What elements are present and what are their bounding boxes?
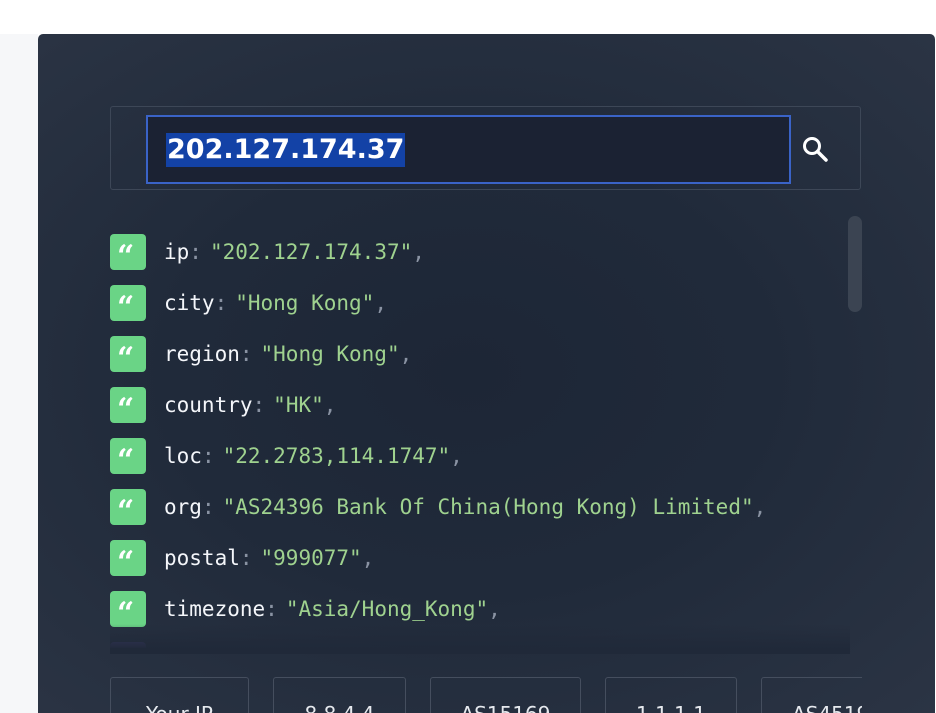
json-comma: , <box>374 290 387 315</box>
json-comma: , <box>399 341 413 366</box>
ip-search-input[interactable]: 202.127.174.37 <box>146 115 791 184</box>
quote-icon: “ <box>110 437 146 474</box>
json-key: loc <box>164 443 202 468</box>
quote-icon: “ <box>110 335 146 372</box>
quick-button-1-1-1-1[interactable]: 1.1.1.1 <box>605 677 737 713</box>
json-value: "202.127.174.37" <box>209 239 413 264</box>
svg-text:“: “ <box>117 344 134 364</box>
json-colon: : <box>265 596 278 621</box>
svg-text:“: “ <box>117 293 134 313</box>
json-row-city: “ city: "Hong Kong", <box>110 277 840 328</box>
json-key: ip <box>164 239 190 264</box>
json-colon: : <box>252 392 266 417</box>
json-key: region <box>164 341 240 366</box>
json-row-region: “ region: "Hong Kong", <box>110 328 840 379</box>
json-colon: : <box>239 341 253 366</box>
json-key: timezone <box>164 596 266 621</box>
list-fade-overlay <box>110 624 850 654</box>
json-key: country <box>164 392 253 417</box>
json-comma: , <box>450 443 463 468</box>
quote-icon: “ <box>110 386 146 423</box>
json-value: "22.2783,114.1747" <box>222 443 451 468</box>
page-background <box>0 34 38 713</box>
svg-text:“: “ <box>117 395 134 415</box>
json-colon: : <box>189 239 202 264</box>
json-key: city <box>164 290 215 315</box>
quick-button-your-ip[interactable]: Your IP <box>110 677 249 713</box>
quick-button-as15169[interactable]: AS15169 <box>430 677 581 713</box>
json-value: "Hong Kong" <box>260 341 400 366</box>
json-result-list: “ ip: "202.127.174.37", “ city: "Hong Kong… <box>110 226 840 648</box>
svg-text:“: “ <box>117 599 134 619</box>
json-value: "AS24396 Bank Of China(Hong Kong) Limite… <box>222 494 754 519</box>
search-bar: 202.127.174.37 <box>110 106 861 190</box>
json-value: "Asia/Hong_Kong" <box>285 596 489 621</box>
json-key: postal <box>164 545 240 570</box>
quick-button-as4519[interactable]: AS4519 <box>761 677 862 713</box>
quick-button-8-8-4-4[interactable]: 8.8.4.4 <box>273 677 406 713</box>
svg-text:“: “ <box>117 548 134 568</box>
svg-text:“: “ <box>117 497 134 517</box>
json-key: org <box>164 494 202 519</box>
result-scrollbar-thumb[interactable] <box>848 216 862 312</box>
quote-icon: “ <box>110 284 146 321</box>
json-row-org: “ org: "AS24396 Bank Of China(Hong Kong) … <box>110 481 840 532</box>
json-row-postal: “ postal: "999077", <box>110 532 840 583</box>
json-comma: , <box>412 239 425 264</box>
svg-text:“: “ <box>117 446 134 466</box>
ip-lookup-panel: 202.127.174.37 “ ip: "202.127.174.37", “ … <box>38 34 935 713</box>
json-row-ip: “ ip: "202.127.174.37", <box>110 226 840 277</box>
quote-icon: “ <box>110 539 146 576</box>
json-comma: , <box>361 545 375 570</box>
quick-lookup-buttons: Your IP 8.8.4.4 AS15169 1.1.1.1 AS4519 <box>110 677 862 713</box>
json-comma: , <box>753 494 767 519</box>
json-colon: : <box>201 443 215 468</box>
json-colon: : <box>214 290 228 315</box>
quote-icon: “ <box>110 233 146 270</box>
json-value: "HK" <box>273 392 324 417</box>
json-comma: , <box>488 596 501 621</box>
search-icon <box>803 137 828 162</box>
json-value: "Hong Kong" <box>235 290 375 315</box>
quote-icon: “ <box>110 590 146 627</box>
svg-text:“: “ <box>117 242 134 262</box>
json-row-loc: “ loc: "22.2783,114.1747", <box>110 430 840 481</box>
search-button[interactable] <box>797 131 833 167</box>
json-value: "999077" <box>260 545 362 570</box>
ip-search-value[interactable]: 202.127.174.37 <box>166 132 406 167</box>
json-colon: : <box>239 545 253 570</box>
quote-icon: “ <box>110 488 146 525</box>
json-comma: , <box>323 392 337 417</box>
json-colon: : <box>201 494 215 519</box>
json-row-country: “ country: "HK", <box>110 379 840 430</box>
